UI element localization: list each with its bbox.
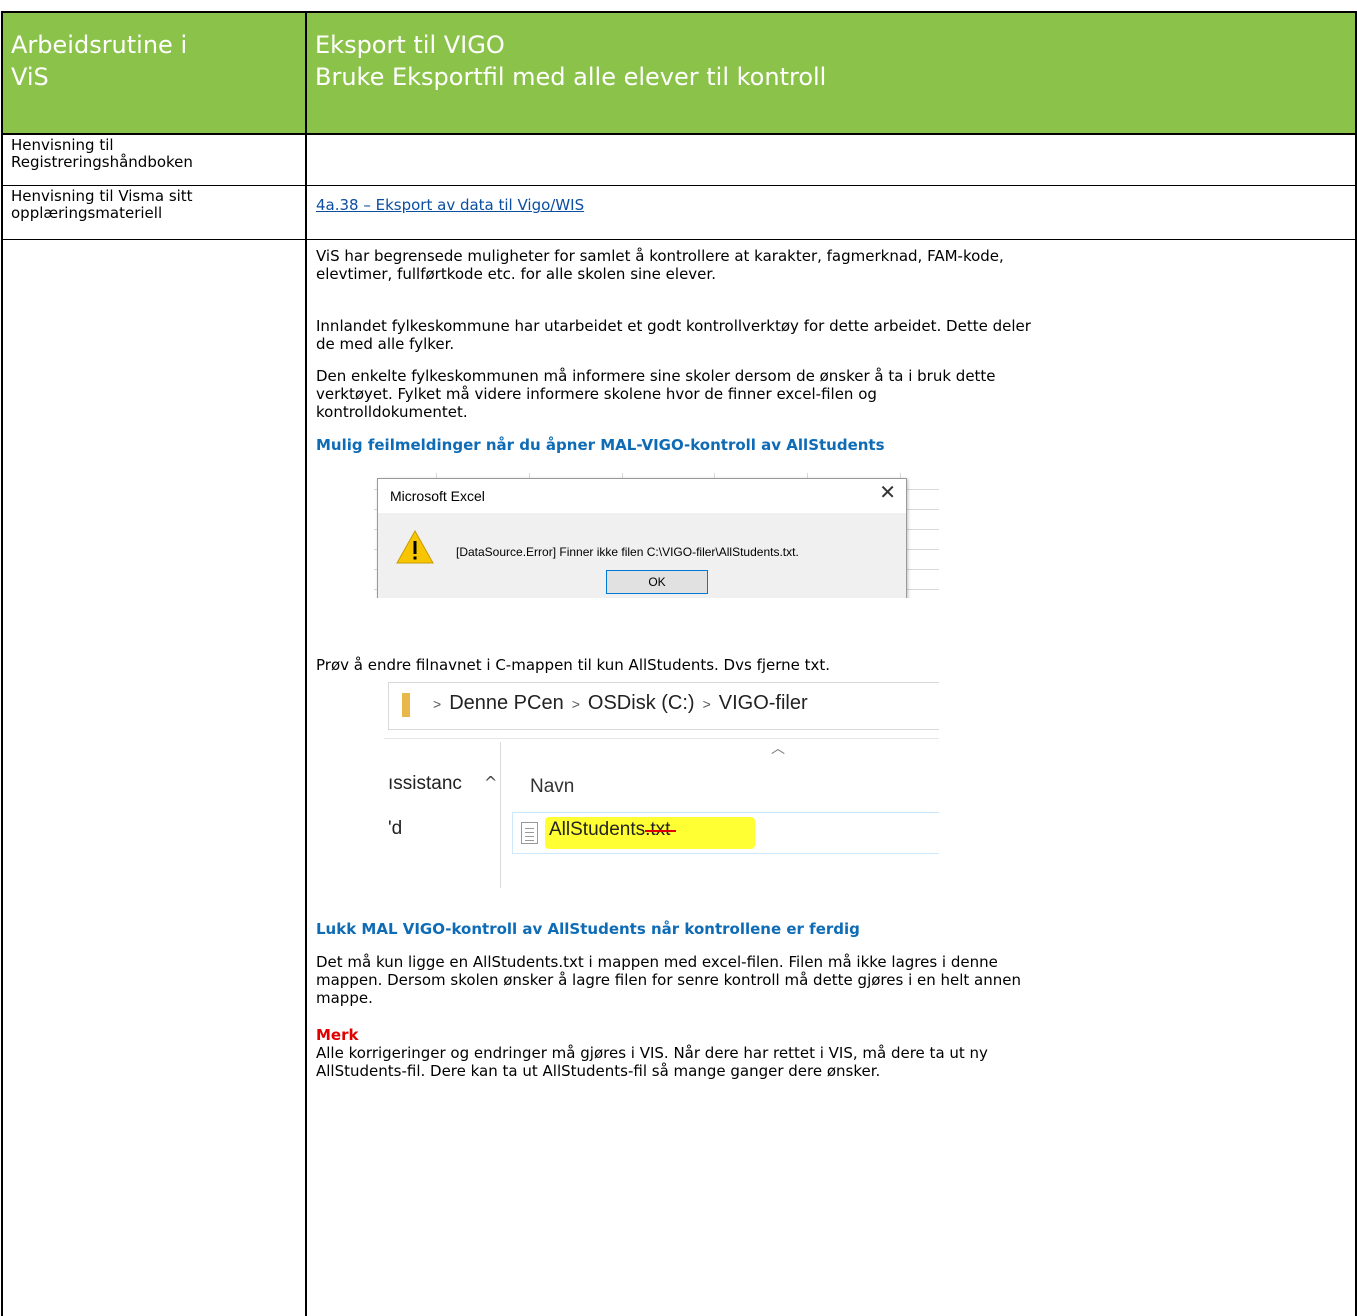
header-left-line-1: Arbeidsrutine i	[11, 31, 188, 59]
close-icon[interactable]: ✕	[879, 482, 896, 502]
excel-error-screenshot: Microsoft Excel ✕ [DataSource.Error] Fin…	[374, 473, 939, 598]
paragraph-3-line-3: kontrolldokumentet.	[316, 403, 468, 421]
breadcrumb: > Denne PCen > OSDisk (C:) > VIGO-filer	[425, 692, 808, 714]
paragraph-5: Det må kun ligge en AllStudents.txt i ma…	[316, 953, 1346, 1007]
note-label: Merk	[316, 1026, 359, 1044]
file-extension: .txt	[645, 819, 677, 840]
reference-label-line-2: Registreringshåndboken	[11, 153, 193, 171]
nav-item[interactable]: 'd	[388, 819, 402, 838]
chevron-right-icon: >	[433, 696, 442, 712]
address-bar: > Denne PCen > OSDisk (C:) > VIGO-filer	[388, 682, 939, 730]
paragraph-6-line-1: Alle korrigeringer og endringer må gjøre…	[316, 1044, 988, 1062]
paragraph-3: Den enkelte fylkeskommunen må informere …	[316, 367, 1346, 421]
content-left-cell	[1, 240, 307, 1316]
paragraph-1-line-2: elevtimer, fullførtkode etc. for alle sk…	[316, 265, 716, 283]
paragraph-3-line-2: verktøyet. Fylket må videre informere sk…	[316, 385, 877, 403]
visma-label: Henvisning til Visma sitt opplæringsmate…	[3, 186, 305, 222]
strike-mark	[645, 830, 677, 832]
header-right-line-2: Bruke Eksportfil med alle elever til kon…	[315, 63, 827, 91]
sort-caret-icon: ︿	[771, 741, 785, 757]
paragraph-2-line-2: de med alle fylker.	[316, 335, 455, 353]
breadcrumb-item-pc[interactable]: Denne PCen	[449, 692, 564, 714]
reference-label: Henvisning til Registreringshåndboken	[3, 135, 305, 171]
breadcrumb-item-folder[interactable]: VIGO-filer	[719, 692, 808, 714]
dialog-message: [DataSource.Error] Finner ikke filen C:\…	[456, 545, 799, 559]
chevron-right-icon: >	[571, 696, 580, 712]
file-name-base: AllStudents	[549, 819, 646, 840]
content-row: ViS har begrensede muligheter for samlet…	[1, 240, 1357, 1316]
dialog-title-bar: Microsoft Excel ✕	[378, 479, 906, 513]
content-right-cell: ViS har begrensede muligheter for samlet…	[307, 240, 1357, 1316]
header-row: Arbeidsrutine i ViS Eksport til VIGO Bru…	[1, 13, 1357, 135]
file-row[interactable]: AllStudents.txt	[512, 812, 939, 854]
reference-row-registration: Henvisning til Registreringshåndboken	[1, 135, 1357, 186]
folder-icon	[402, 693, 410, 717]
header-right-title: Eksport til VIGO Bruke Eksportfil med al…	[307, 13, 1355, 93]
visma-value-cell: 4a.38 – Eksport av data til Vigo/WIS	[307, 186, 1357, 239]
file-name: AllStudents.txt	[549, 819, 677, 840]
paragraph-5-line-2: mappen. Dersom skolen ønsker å lagre fil…	[316, 971, 1021, 989]
reference-label-cell: Henvisning til Registreringshåndboken	[1, 135, 307, 185]
document-table: Arbeidsrutine i ViS Eksport til VIGO Bru…	[1, 11, 1357, 1316]
paragraph-1: ViS har begrensede muligheter for samlet…	[316, 247, 1346, 283]
dialog-title: Microsoft Excel	[390, 488, 485, 504]
header-left-cell: Arbeidsrutine i ViS	[1, 13, 307, 133]
header-left-line-2: ViS	[11, 63, 49, 91]
excel-dialog: Microsoft Excel ✕ [DataSource.Error] Fin…	[377, 478, 907, 598]
paragraph-2-line-1: Innlandet fylkeskommune har utarbeidet e…	[316, 317, 1031, 335]
breadcrumb-item-disk[interactable]: OSDisk (C:)	[588, 692, 695, 714]
paragraph-note: Merk Alle korrigeringer og endringer må …	[316, 1026, 1346, 1080]
paragraph-6-line-2: AllStudents-fil. Dere kan ta ut AllStude…	[316, 1062, 881, 1080]
visma-label-line-1: Henvisning til Visma sitt	[11, 187, 193, 205]
warning-icon	[396, 530, 434, 564]
nav-item[interactable]: ıssistanc	[388, 774, 462, 793]
visma-label-line-2: opplæringsmateriell	[11, 204, 163, 222]
chevron-right-icon: >	[702, 696, 711, 712]
reference-value-cell	[307, 135, 1357, 185]
reference-label-line-1: Henvisning til	[11, 136, 114, 154]
visma-label-cell: Henvisning til Visma sitt opplæringsmate…	[1, 186, 307, 239]
paragraph-2: Innlandet fylkeskommune har utarbeidet e…	[316, 317, 1346, 353]
paragraph-rename-tip: Prøv å endre filnavnet i C-mappen til ku…	[316, 656, 831, 674]
heading-error-messages: Mulig feilmeldinger når du åpner MAL-VIG…	[316, 436, 885, 454]
visma-training-link[interactable]: 4a.38 – Eksport av data til Vigo/WIS	[307, 186, 1355, 214]
ok-button[interactable]: OK	[606, 570, 708, 594]
chevron-up-icon[interactable]: ^	[484, 774, 497, 792]
explorer-screenshot: > Denne PCen > OSDisk (C:) > VIGO-filer ︿ ıss…	[384, 682, 939, 888]
navigation-pane: ıssistanc ^ 'd	[384, 742, 500, 888]
column-header-name[interactable]: Navn	[530, 777, 574, 796]
paragraph-1-line-1: ViS har begrensede muligheter for samlet…	[316, 247, 1004, 265]
heading-close-template: Lukk MAL VIGO-kontroll av AllStudents nå…	[316, 920, 860, 938]
header-right-cell: Eksport til VIGO Bruke Eksportfil med al…	[307, 13, 1357, 133]
paragraph-3-line-1: Den enkelte fylkeskommunen må informere …	[316, 367, 996, 385]
text-file-icon	[521, 822, 538, 844]
paragraph-5-line-3: mappe.	[316, 989, 373, 1007]
header-left-title: Arbeidsrutine i ViS	[3, 13, 305, 93]
header-right-line-1: Eksport til VIGO	[315, 31, 505, 59]
paragraph-5-line-1: Det må kun ligge en AllStudents.txt i ma…	[316, 953, 998, 971]
divider	[384, 738, 939, 739]
reference-row-visma: Henvisning til Visma sitt opplæringsmate…	[1, 186, 1357, 240]
pane-divider	[500, 742, 501, 888]
